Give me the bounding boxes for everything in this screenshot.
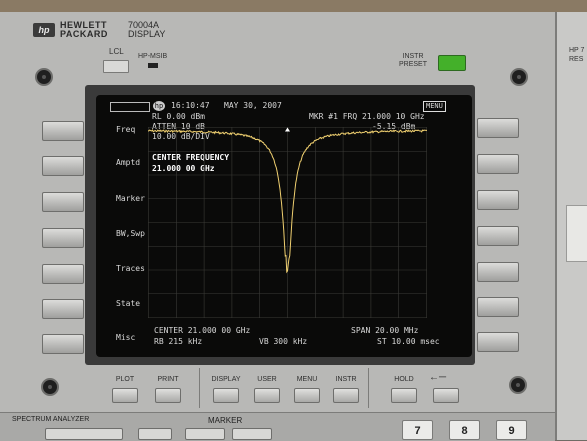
- display-button[interactable]: [213, 388, 239, 403]
- softkey-traces-button[interactable]: [42, 264, 84, 284]
- sweep-time: ST 10.00 msec: [377, 337, 440, 346]
- marker-frequency: MKR #1 FRQ 21.000 10 GHz: [309, 112, 425, 121]
- button-divider: [368, 368, 369, 408]
- adjacent-unit-slot: [566, 205, 587, 262]
- graticule: [148, 127, 427, 318]
- softkey-label-bw-swp: BW,Swp: [116, 229, 145, 238]
- hpmsib-indicator: [148, 63, 158, 68]
- softkey-label-state: State: [116, 299, 141, 308]
- plot-button[interactable]: [112, 388, 138, 403]
- instr-button[interactable]: [333, 388, 359, 403]
- lcl-label: LCL: [109, 47, 124, 56]
- hold-button[interactable]: [391, 388, 417, 403]
- model-label: 70004A DISPLAY: [128, 20, 166, 39]
- instr-preset-button[interactable]: [438, 55, 466, 71]
- user-label: USER: [257, 376, 277, 383]
- softkey-state-button[interactable]: [42, 299, 84, 319]
- spectrum-plot: [148, 127, 427, 318]
- hp-logo: hp: [33, 23, 55, 37]
- softkey-misc-button[interactable]: [42, 334, 84, 354]
- display-screen: hp 16:10:47 MAY 30, 2007 MENU RL 0.00 dB…: [96, 95, 472, 357]
- softkey-right-6-button[interactable]: [477, 297, 519, 317]
- softkey-amptd-button[interactable]: [42, 156, 84, 176]
- backspace-arrow-icon: ←─: [429, 372, 447, 383]
- analyzer-key-button[interactable]: [138, 428, 172, 440]
- screw-icon: [41, 378, 59, 396]
- plot-label: PLOT: [115, 376, 135, 383]
- user-button[interactable]: [254, 388, 280, 403]
- menu-indicator: MENU: [423, 101, 446, 112]
- date-readout: MAY 30, 2007: [224, 101, 282, 110]
- hpmsib-label: HP-MSIB: [138, 53, 168, 60]
- softkey-label-freq: Freq: [116, 125, 136, 134]
- softkey-label-misc: Misc: [116, 333, 136, 342]
- softkey-label-traces: Traces: [116, 264, 145, 273]
- span-readout: SPAN 20.00 MHz: [351, 326, 419, 335]
- softkey-freq-button[interactable]: [42, 121, 84, 141]
- softkey-bw-swp-button[interactable]: [42, 228, 84, 248]
- softkey-marker-button[interactable]: [42, 192, 84, 212]
- softkey-right-2-button[interactable]: [477, 154, 519, 174]
- status-box: [110, 102, 150, 112]
- marker-section-label: MARKER: [208, 416, 243, 425]
- menu-label: MENU: [296, 376, 318, 383]
- softkey-right-5-button[interactable]: [477, 262, 519, 282]
- print-label: PRINT: [157, 376, 179, 383]
- reference-level: RL 0.00 dBm: [152, 112, 205, 121]
- marker-diamond-icon: [285, 127, 290, 132]
- display-label: DISPLAY: [211, 376, 241, 383]
- button-divider: [199, 368, 200, 408]
- softkey-right-1-button[interactable]: [477, 118, 519, 138]
- analyzer-key-button[interactable]: [45, 428, 123, 440]
- key-8-button[interactable]: 8: [449, 420, 480, 440]
- menu-button[interactable]: [294, 388, 320, 403]
- hold-label: HOLD: [394, 376, 414, 383]
- resolution-bandwidth: RB 215 kHz: [154, 337, 203, 346]
- marker-key-button[interactable]: [232, 428, 272, 440]
- key-9-button[interactable]: 9: [496, 420, 527, 440]
- softkey-right-3-button[interactable]: [477, 190, 519, 210]
- screw-icon: [35, 68, 53, 86]
- marker-key-button[interactable]: [185, 428, 225, 440]
- spectrum-analyzer-label: SPECTRUM ANALYZER: [12, 416, 90, 423]
- instr-label: INSTR: [335, 376, 357, 383]
- key-7-button[interactable]: 7: [402, 420, 433, 440]
- softkey-right-7-button[interactable]: [477, 332, 519, 352]
- backspace-button[interactable]: [433, 388, 459, 403]
- adjacent-unit-label: HP 7 RES: [569, 47, 585, 63]
- brand-name: HEWLETT PACKARD: [60, 20, 108, 39]
- center-frequency: CENTER 21.000 00 GHz: [154, 326, 251, 335]
- video-bandwidth: VB 300 kHz: [259, 337, 308, 346]
- softkey-label-marker: Marker: [116, 194, 145, 203]
- screw-icon: [509, 376, 527, 394]
- lcl-button[interactable]: [103, 60, 129, 73]
- instr-preset-label: INSTR PRESET: [398, 53, 427, 68]
- time-readout: 16:10:47: [171, 101, 210, 110]
- screw-icon: [510, 68, 528, 86]
- print-button[interactable]: [155, 388, 181, 403]
- hp-icon: hp: [153, 101, 165, 111]
- softkey-right-4-button[interactable]: [477, 226, 519, 246]
- softkey-label-amptd: Amptd: [116, 158, 141, 167]
